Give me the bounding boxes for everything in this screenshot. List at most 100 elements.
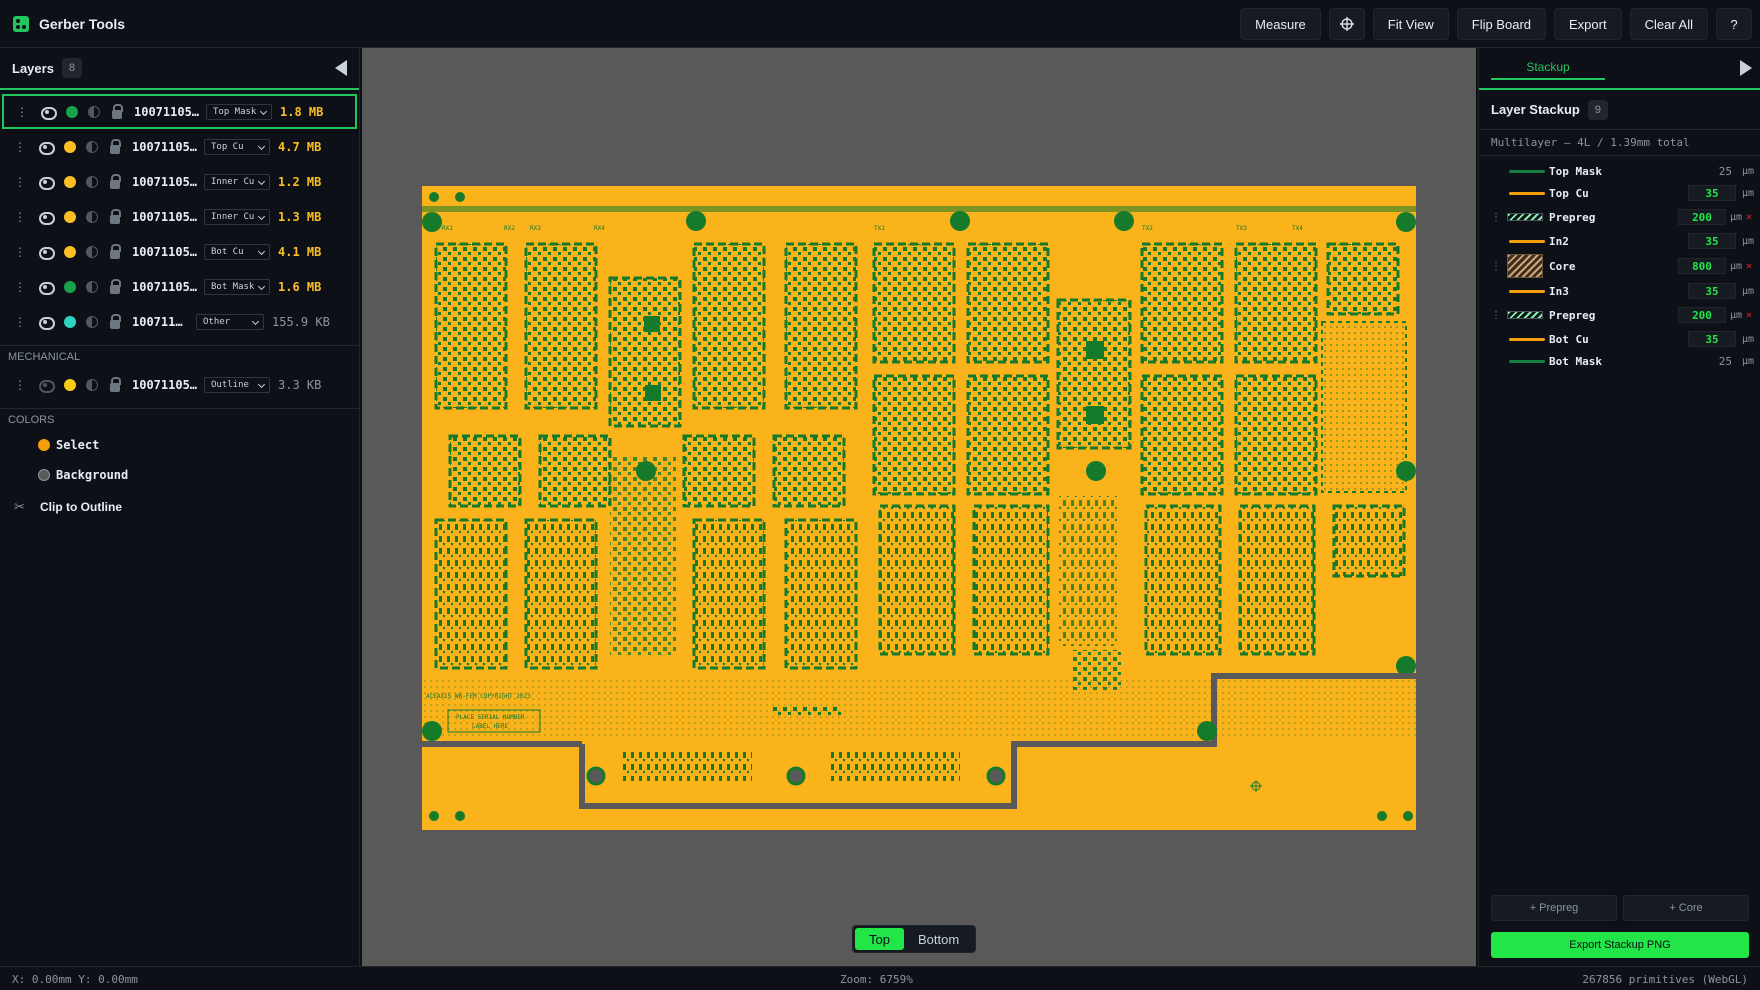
delete-layer-icon[interactable]: × bbox=[1746, 310, 1752, 321]
layer-row[interactable]: ⋮ 10071105… Bot Cu 4.1 MB bbox=[0, 234, 359, 269]
visibility-eye-icon[interactable] bbox=[38, 176, 55, 190]
opacity-icon[interactable] bbox=[86, 378, 98, 391]
drag-handle-icon[interactable]: ⋮ bbox=[1491, 310, 1501, 321]
thickness-input[interactable]: 200 bbox=[1678, 307, 1726, 323]
opacity-icon[interactable] bbox=[86, 210, 98, 223]
clear-all-button[interactable]: Clear All bbox=[1629, 8, 1708, 40]
color-setting-row[interactable]: Background bbox=[0, 460, 359, 490]
lock-icon[interactable] bbox=[110, 314, 121, 329]
gerber-logo-icon bbox=[13, 15, 29, 32]
layer-color-swatch[interactable] bbox=[64, 245, 76, 258]
export-button[interactable]: Export bbox=[1554, 8, 1622, 40]
drag-handle-icon[interactable]: ⋮ bbox=[12, 141, 28, 153]
layer-type-select[interactable]: Outline bbox=[204, 376, 270, 393]
opacity-icon[interactable] bbox=[86, 245, 98, 258]
layer-type-select[interactable]: Bot Mask bbox=[204, 278, 270, 295]
drag-handle-icon[interactable]: ⋮ bbox=[12, 176, 28, 188]
lock-icon[interactable] bbox=[110, 279, 121, 294]
layer-color-swatch[interactable] bbox=[64, 175, 76, 188]
lock-icon[interactable] bbox=[110, 139, 121, 154]
thickness-input[interactable]: 800 bbox=[1678, 258, 1726, 274]
drag-handle-icon[interactable]: ⋮ bbox=[1491, 261, 1501, 272]
visibility-eye-icon[interactable] bbox=[38, 281, 55, 295]
visibility-eye-icon[interactable] bbox=[38, 141, 55, 155]
delete-layer-icon[interactable]: × bbox=[1746, 261, 1752, 272]
lock-icon[interactable] bbox=[110, 244, 121, 259]
lock-icon[interactable] bbox=[112, 104, 123, 119]
layer-row[interactable]: ⋮ 10071105… Outline 3.3 KB bbox=[0, 367, 359, 402]
layer-type-select[interactable]: Inner Cu bbox=[204, 173, 270, 190]
layer-type-select[interactable]: Top Cu bbox=[204, 138, 270, 155]
clip-to-outline-toggle[interactable]: ✂ Clip to Outline bbox=[0, 490, 359, 524]
layer-color-swatch[interactable] bbox=[64, 378, 76, 391]
add-prepreg-button[interactable]: + Prepreg bbox=[1491, 895, 1617, 921]
layer-row[interactable]: ⋮ 100711… Other 155.9 KB bbox=[0, 304, 359, 339]
view-top-button[interactable]: Top bbox=[855, 928, 904, 950]
collapse-left-icon[interactable] bbox=[335, 60, 347, 76]
layer-file-size: 4.1 MB bbox=[278, 244, 322, 259]
help-button[interactable]: ? bbox=[1716, 8, 1752, 40]
visibility-eye-icon[interactable] bbox=[38, 316, 55, 330]
layer-row[interactable]: ⋮ 10071105… Inner Cu 1.3 MB bbox=[0, 199, 359, 234]
status-bar: X: 0.00mm Y: 0.00mm Zoom: 6759% 267856 p… bbox=[0, 966, 1760, 990]
thickness-input[interactable]: 35 bbox=[1688, 233, 1736, 249]
thickness-input[interactable]: 35 bbox=[1688, 185, 1736, 201]
thickness-input[interactable]: 200 bbox=[1678, 209, 1726, 225]
layer-row[interactable]: ⋮ 10071105… Bot Mask 1.6 MB bbox=[0, 269, 359, 304]
layer-color-swatch[interactable] bbox=[64, 280, 76, 293]
layer-type-select[interactable]: Other bbox=[196, 313, 264, 330]
color-swatch[interactable] bbox=[38, 439, 50, 451]
delete-layer-icon[interactable]: × bbox=[1746, 212, 1752, 223]
drag-handle-icon[interactable]: ⋮ bbox=[12, 281, 28, 293]
export-stackup-png-button[interactable]: Export Stackup PNG bbox=[1491, 932, 1749, 958]
core-swatch bbox=[1507, 254, 1543, 278]
layer-color-swatch[interactable] bbox=[66, 105, 78, 118]
drag-handle-icon[interactable]: ⋮ bbox=[12, 316, 28, 328]
copper-swatch bbox=[1509, 239, 1545, 243]
tab-stackup[interactable]: Stackup bbox=[1491, 60, 1605, 80]
color-setting-row[interactable]: Select bbox=[0, 430, 359, 460]
visibility-eye-icon[interactable] bbox=[38, 211, 55, 225]
board-canvas[interactable]: ACEAXIS WB-FEM COPYRIGHT 2023 PLACE SERI… bbox=[362, 48, 1476, 966]
layer-row[interactable]: ⋮ 10071105… Top Cu 4.7 MB bbox=[0, 129, 359, 164]
drag-handle-icon[interactable]: ⋮ bbox=[12, 211, 28, 223]
visibility-eye-icon[interactable] bbox=[38, 246, 55, 260]
thickness-input[interactable]: 35 bbox=[1688, 331, 1736, 347]
layer-color-swatch[interactable] bbox=[64, 140, 76, 153]
stackup-row: Top Cu 35 µm bbox=[1479, 182, 1760, 204]
layer-type-select[interactable]: Top Mask bbox=[206, 103, 272, 120]
drag-handle-icon[interactable]: ⋮ bbox=[14, 106, 30, 118]
measure-button[interactable]: Measure bbox=[1240, 8, 1321, 40]
lock-icon[interactable] bbox=[110, 174, 121, 189]
view-bottom-button[interactable]: Bottom bbox=[904, 928, 973, 950]
lock-icon[interactable] bbox=[110, 377, 121, 392]
drag-handle-icon[interactable]: ⋮ bbox=[12, 246, 28, 258]
visibility-eye-icon[interactable] bbox=[38, 379, 55, 393]
drag-handle-icon[interactable]: ⋮ bbox=[12, 379, 28, 391]
layer-color-swatch[interactable] bbox=[64, 315, 76, 328]
lock-icon[interactable] bbox=[110, 209, 121, 224]
opacity-icon[interactable] bbox=[86, 315, 98, 328]
opacity-icon[interactable] bbox=[86, 280, 98, 293]
fit-view-button[interactable]: Fit View bbox=[1372, 8, 1449, 40]
crosshair-button[interactable] bbox=[1328, 8, 1365, 40]
thickness-unit: µm bbox=[1741, 333, 1754, 345]
add-core-button[interactable]: + Core bbox=[1623, 895, 1749, 921]
pcb-board[interactable]: ACEAXIS WB-FEM COPYRIGHT 2023 PLACE SERI… bbox=[422, 186, 1416, 830]
layer-row[interactable]: ⋮ 10071105… Inner Cu 1.2 MB bbox=[0, 164, 359, 199]
opacity-icon[interactable] bbox=[86, 175, 98, 188]
flip-board-button[interactable]: Flip Board bbox=[1456, 8, 1546, 40]
layer-color-swatch[interactable] bbox=[64, 210, 76, 223]
layer-type-select[interactable]: Bot Cu bbox=[204, 243, 270, 260]
color-swatch[interactable] bbox=[38, 469, 50, 481]
board-serial-line1: PLACE SERIAL NUMBER bbox=[456, 714, 525, 721]
drag-handle-icon[interactable]: ⋮ bbox=[1491, 212, 1501, 223]
color-list: Select Background bbox=[0, 430, 359, 490]
visibility-eye-icon[interactable] bbox=[40, 106, 57, 120]
opacity-icon[interactable] bbox=[88, 105, 100, 118]
layer-row[interactable]: ⋮ 10071105… Top Mask 1.8 MB bbox=[2, 94, 357, 129]
collapse-right-icon[interactable] bbox=[1740, 60, 1752, 76]
opacity-icon[interactable] bbox=[86, 140, 98, 153]
layer-type-select[interactable]: Inner Cu bbox=[204, 208, 270, 225]
thickness-input[interactable]: 35 bbox=[1688, 283, 1736, 299]
